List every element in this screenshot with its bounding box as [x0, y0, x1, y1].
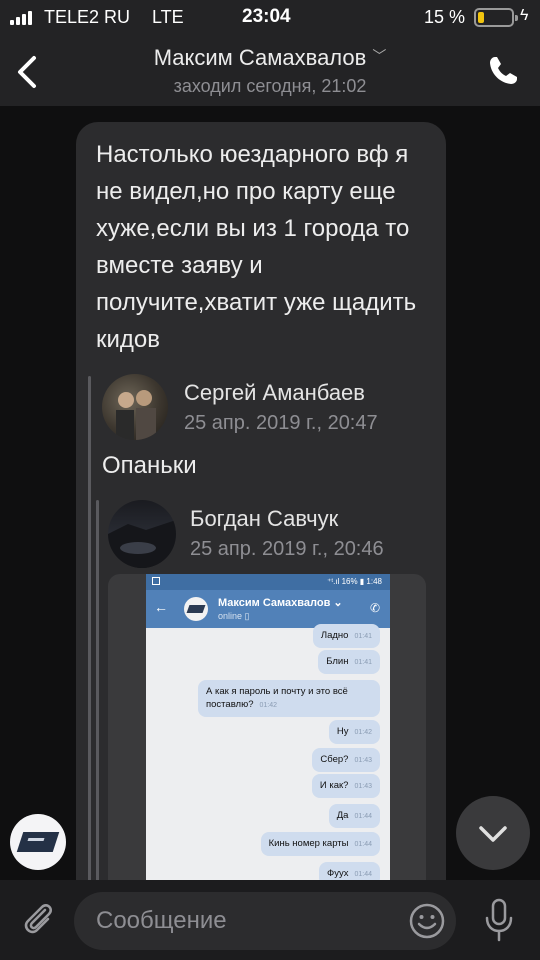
phone-icon: ✆ [369, 601, 380, 615]
forward-text: Опаньки [102, 452, 197, 479]
screenshot-messages: Ладно 01:41 Блин 01:41 А как я пароль и по… [146, 624, 390, 904]
status-bar: TELE2 RU LTE 23:04 15 % ϟ [0, 0, 540, 36]
list-item: А как я пароль и почту и это всё поставл… [198, 680, 380, 717]
battery-percent: 15 % [424, 7, 466, 27]
microphone-icon[interactable] [484, 898, 514, 942]
forward-bar [88, 376, 91, 922]
last-seen: заходил сегодня, 21:02 [173, 76, 367, 96]
message-input[interactable]: Сообщение [74, 892, 456, 950]
nested-forward-author[interactable]: Богдан Савчук [190, 506, 338, 532]
avatar[interactable] [10, 814, 66, 870]
message-input-placeholder: Сообщение [96, 907, 227, 934]
chevron-down-icon: ﹀ [372, 48, 387, 64]
phone-icon[interactable] [486, 54, 520, 88]
carrier-name: TELE2 RU [44, 7, 131, 27]
list-item: Ну 01:42 [328, 720, 380, 744]
list-item: И как? 01:43 [311, 774, 380, 798]
image-icon [152, 577, 160, 585]
composer-bar: Сообщение [0, 880, 540, 960]
attached-photo[interactable]: ⁺ᵗ.ıl 16% ▮ 1:48 ← Максим Самахвалов ⌄ o… [108, 574, 426, 904]
screenshot-header: ← Максим Самахвалов ⌄ online ▯ ✆ [146, 590, 390, 628]
list-item: Кинь номер карты 01:44 [260, 832, 380, 856]
list-item: Да 01:44 [328, 804, 380, 828]
list-item: Сбер? 01:43 [312, 748, 380, 772]
signal-icon [10, 11, 32, 25]
paperclip-icon[interactable] [18, 898, 58, 938]
screenshot-contact-name: Максим Самахвалов ⌄ [218, 597, 343, 609]
network-type: LTE [152, 7, 184, 27]
screenshot-online-status: online ▯ [218, 611, 250, 621]
screenshot-status: ⁺ᵗ.ıl 16% ▮ 1:48 [327, 577, 382, 586]
clock: 23:04 [242, 6, 291, 27]
screenshot-status-bar: ⁺ᵗ.ıl 16% ▮ 1:48 [146, 574, 390, 590]
contact-name: Максим Самахвалов [153, 45, 367, 70]
chat-header: Максим Самахвалов ﹀ заходил сегодня, 21:0… [0, 36, 540, 106]
nested-forward-bar [96, 500, 99, 922]
forward-author[interactable]: Сергей Аманбаев [184, 380, 365, 406]
message-bubble[interactable]: Настолько юездарного вф я не видел,но пр… [76, 122, 446, 922]
screenshot-image: ⁺ᵗ.ıl 16% ▮ 1:48 ← Максим Самахвалов ⌄ o… [146, 574, 390, 904]
list-item: Блин 01:41 [318, 650, 380, 674]
nested-forward-date: 25 апр. 2019 г., 20:46 [190, 538, 384, 560]
forward-date: 25 апр. 2019 г., 20:47 [184, 412, 378, 434]
message-text: Настолько юездарного вф я не видел,но пр… [96, 141, 417, 353]
avatar[interactable] [102, 374, 168, 440]
chevron-down-icon [479, 826, 507, 842]
avatar [184, 597, 208, 621]
scroll-down-button[interactable] [456, 796, 530, 870]
chat-title[interactable]: Максим Самахвалов ﹀ [0, 45, 540, 71]
list-item: Ладно 01:41 [312, 624, 380, 648]
avatar[interactable] [108, 500, 176, 568]
battery-icon [474, 8, 518, 27]
smiley-icon[interactable] [408, 902, 446, 940]
arrow-left-icon: ← [154, 599, 168, 615]
chat-screen: TELE2 RU LTE 23:04 15 % ϟ Максим Самахва… [0, 0, 540, 960]
charging-icon: ϟ [520, 7, 529, 24]
